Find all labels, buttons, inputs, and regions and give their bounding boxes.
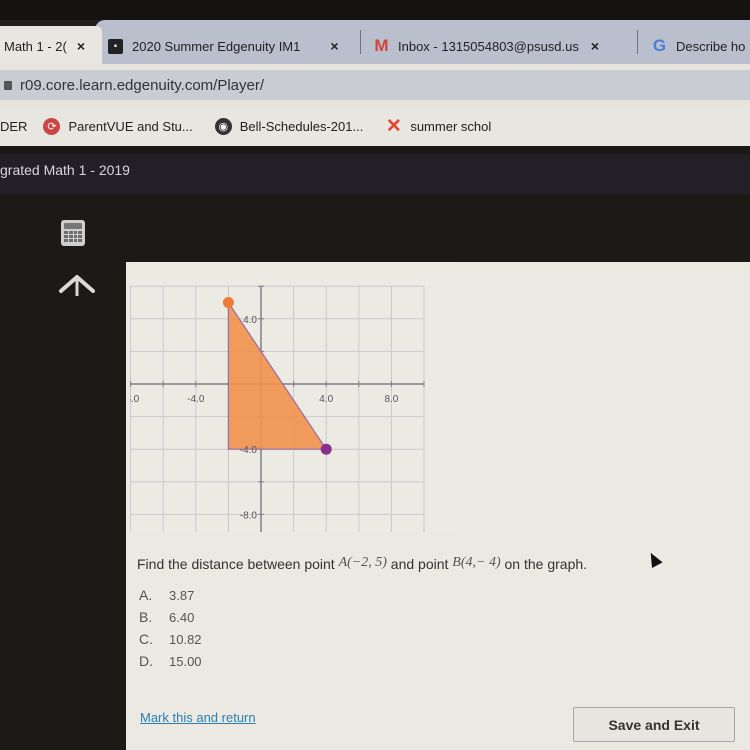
bookmark-summer-schol[interactable]: ✕ summer schol bbox=[385, 115, 492, 137]
choice-letter: B. bbox=[139, 609, 153, 625]
tab-edgenuity-im1[interactable]: ▪ 2020 Summer Edgenuity IM1 × bbox=[108, 26, 339, 66]
course-title: grated Math 1 - 2019 bbox=[0, 162, 130, 178]
bookmark-der[interactable]: DER bbox=[0, 119, 27, 134]
tab-math-1[interactable]: Math 1 - 2( × bbox=[0, 26, 102, 66]
close-icon[interactable]: × bbox=[591, 38, 599, 54]
y-tick-label: 4.0 bbox=[243, 315, 257, 326]
tab-separator bbox=[360, 30, 361, 54]
point-a-label: A(−2, 5) bbox=[338, 555, 387, 570]
x-logo-icon: ✕ bbox=[385, 115, 402, 137]
graph-background bbox=[130, 262, 460, 532]
x-tick-label: -4.0 bbox=[187, 394, 205, 405]
parentvue-icon: ⟳ bbox=[43, 117, 61, 135]
choice-value: 3.87 bbox=[169, 587, 195, 603]
close-icon[interactable]: × bbox=[330, 38, 338, 54]
browser-tab-strip: Math 1 - 2( × ▪ 2020 Summer Edgenuity IM… bbox=[0, 0, 750, 66]
x-tick-label: 8.0 bbox=[384, 394, 398, 405]
x-tick-label: 4.0 bbox=[319, 394, 333, 405]
bookmark-bell-schedules[interactable]: ◉ Bell-Schedules-201... bbox=[214, 117, 364, 135]
calculator-button[interactable] bbox=[58, 220, 88, 246]
question-middle: and point bbox=[386, 556, 453, 572]
bookmark-label: ParentVUE and Stu... bbox=[68, 118, 193, 134]
screen: Math 1 - 2( × ▪ 2020 Summer Edgenuity IM… bbox=[0, 0, 750, 750]
save-and-exit-button[interactable]: Save and Exit bbox=[573, 707, 735, 742]
course-header: grated Math 1 - 2019 bbox=[0, 154, 750, 194]
question-text: Find the distance between point A(−2, 5)… bbox=[137, 555, 588, 574]
choice-letter: D. bbox=[139, 653, 153, 669]
classroom-icon: ▪ bbox=[108, 38, 123, 54]
tab-inbox[interactable]: M Inbox - 1315054803@psusd.us × bbox=[374, 26, 599, 66]
close-icon[interactable]: × bbox=[77, 38, 85, 54]
choice-value: 6.40 bbox=[169, 609, 195, 625]
url-text: r09.core.learn.edgenuity.com/Player/ bbox=[20, 76, 265, 94]
choice-d[interactable]: D. 15.00 bbox=[139, 650, 202, 672]
bookmark-label: summer schol bbox=[410, 118, 492, 134]
point-b-label: B(4,− 4) bbox=[452, 555, 501, 570]
graph-svg: -8.0 -4.0 4.0 8.0 4.0 -4.0 -8.0 bbox=[97, 262, 460, 548]
point-a bbox=[222, 297, 234, 308]
calculator-icon bbox=[61, 220, 85, 246]
question-prefix: Find the distance between point bbox=[137, 556, 339, 572]
bookmarks-bar: DER ⟳ ParentVUE and Stu... ◉ Bell-Schedu… bbox=[0, 106, 750, 146]
monitor-bezel bbox=[0, 0, 750, 20]
choice-letter: C. bbox=[139, 631, 153, 647]
up-arrow-icon bbox=[59, 275, 95, 296]
choice-value: 10.82 bbox=[169, 631, 202, 647]
lock-icon bbox=[4, 80, 12, 90]
choice-c[interactable]: C. 10.82 bbox=[139, 628, 202, 650]
question-suffix: on the graph. bbox=[500, 556, 588, 572]
bookmark-label: DER bbox=[0, 118, 28, 134]
tab-describe[interactable]: G Describe ho bbox=[652, 26, 746, 66]
answer-choices: A. 3.87 B. 6.40 C. 10.82 D. 15.00 bbox=[139, 584, 202, 672]
url-input[interactable]: r09.core.learn.edgenuity.com/Player/ bbox=[0, 70, 750, 100]
choice-b[interactable]: B. 6.40 bbox=[139, 606, 202, 628]
x-tick-label: -8.0 bbox=[130, 394, 140, 405]
collapse-button[interactable] bbox=[58, 268, 96, 298]
tab-label: Math 1 - 2( bbox=[4, 38, 67, 54]
google-icon: G bbox=[652, 36, 667, 55]
globe-icon: ◉ bbox=[214, 117, 232, 135]
address-bar-row: r09.core.learn.edgenuity.com/Player/ bbox=[0, 64, 750, 106]
tab-label: Inbox - 1315054803@psusd.us bbox=[398, 38, 579, 54]
tab-label: 2020 Summer Edgenuity IM1 bbox=[132, 38, 301, 54]
choice-value: 15.00 bbox=[169, 653, 202, 669]
tab-separator bbox=[637, 30, 638, 54]
point-b bbox=[320, 443, 332, 455]
choice-a[interactable]: A. 3.87 bbox=[139, 584, 202, 606]
choice-letter: A. bbox=[139, 587, 153, 603]
mark-and-return-link[interactable]: Mark this and return bbox=[140, 710, 256, 725]
y-tick-label: -4.0 bbox=[240, 445, 258, 456]
coordinate-graph: -8.0 -4.0 4.0 8.0 4.0 -4.0 -8.0 bbox=[97, 262, 460, 548]
gmail-icon: M bbox=[374, 36, 389, 55]
browser-divider bbox=[0, 146, 750, 154]
tab-label: Describe ho bbox=[676, 38, 746, 54]
bookmark-label: Bell-Schedules-201... bbox=[239, 118, 364, 134]
bookmark-parentvue[interactable]: ⟳ ParentVUE and Stu... bbox=[43, 117, 193, 135]
y-tick-label: -8.0 bbox=[240, 510, 258, 521]
